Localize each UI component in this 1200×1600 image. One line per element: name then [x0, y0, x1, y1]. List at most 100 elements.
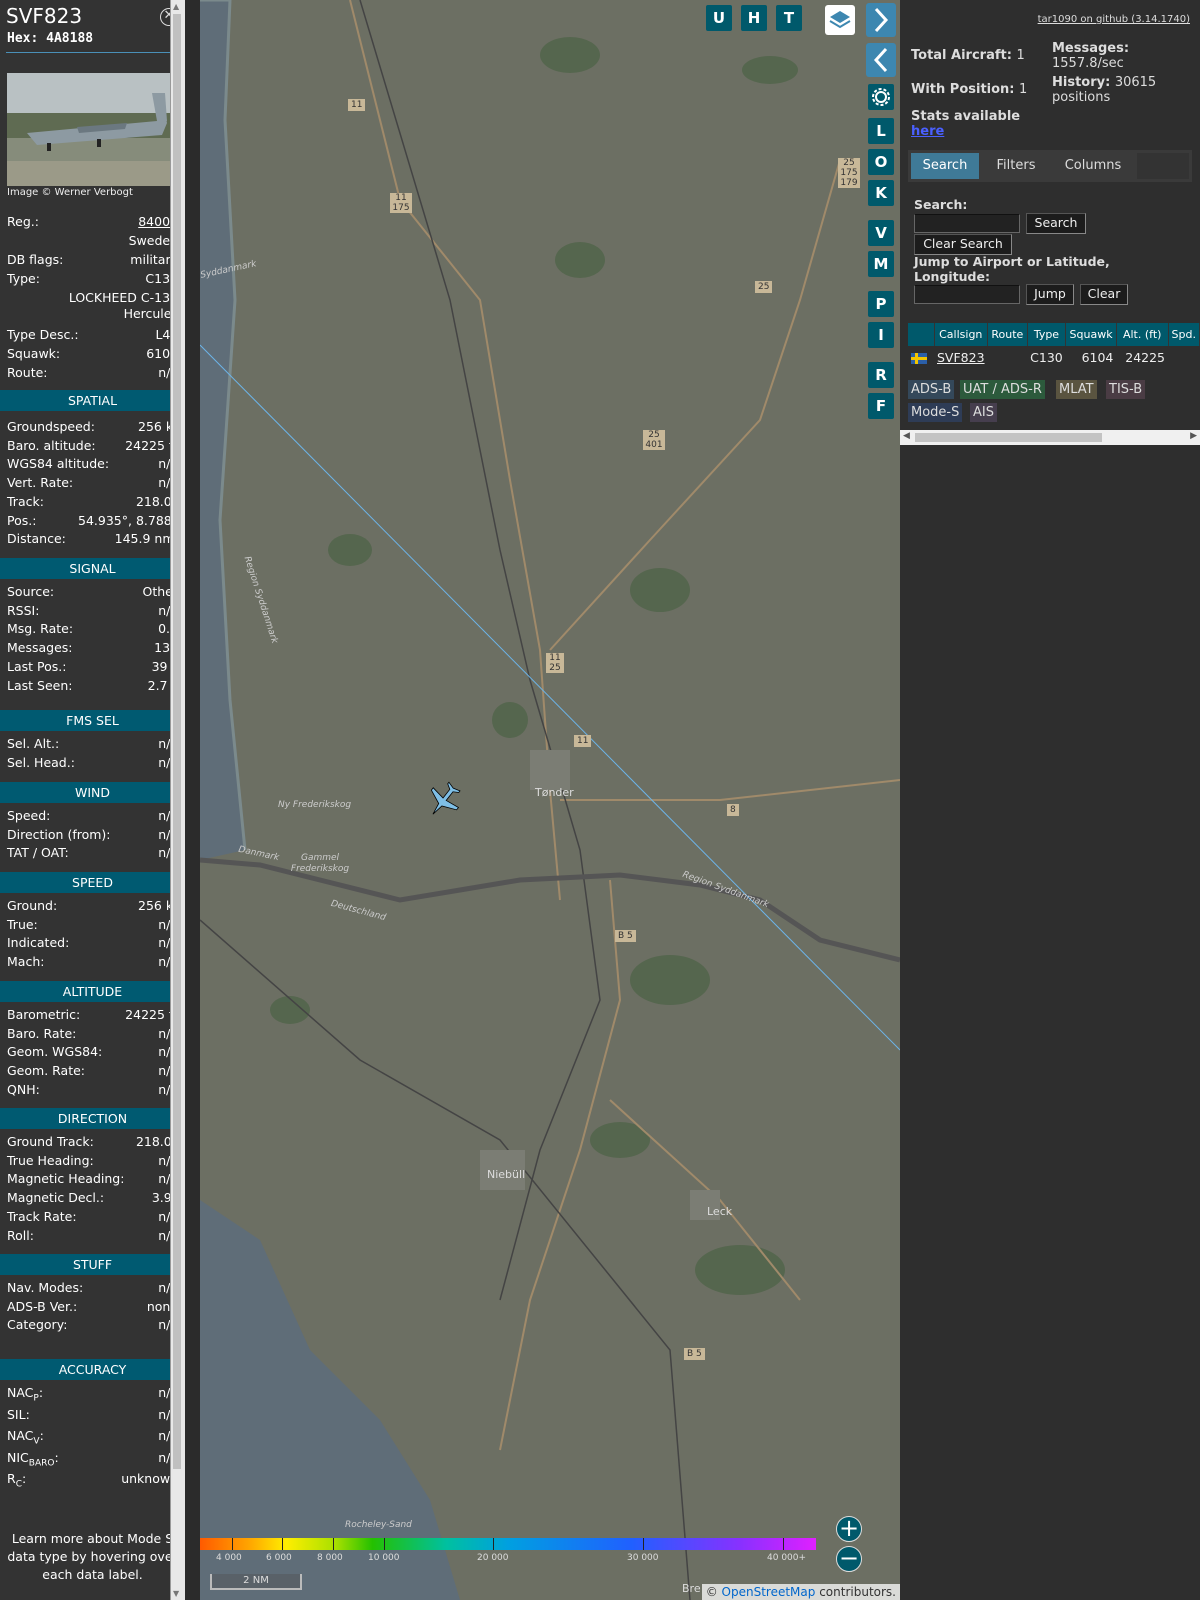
- info-row-label[interactable]: RSSI:: [7, 603, 39, 618]
- source-uat-badge[interactable]: UAT / ADS-R: [960, 380, 1045, 399]
- column-header-route[interactable]: Route: [987, 323, 1028, 346]
- toggle-h-button[interactable]: H: [741, 5, 767, 31]
- info-row-label[interactable]: Track:: [7, 494, 44, 509]
- tab-search[interactable]: Search: [911, 153, 979, 179]
- column-header-callsign[interactable]: Callsign: [934, 323, 989, 346]
- info-row-label[interactable]: Nav. Modes:: [7, 1280, 83, 1295]
- info-row-label[interactable]: Last Pos.:: [7, 659, 66, 674]
- altitude-tick-label: 4 000: [216, 1553, 242, 1563]
- info-row-label[interactable]: Vert. Rate:: [7, 475, 73, 490]
- toggle-p-button[interactable]: P: [868, 291, 894, 317]
- layers-button[interactable]: [825, 5, 855, 35]
- clear-search-button[interactable]: Clear Search: [914, 234, 1012, 255]
- jump-button[interactable]: Jump: [1026, 284, 1074, 305]
- info-row-label[interactable]: Direction (from):: [7, 827, 111, 842]
- info-row-label[interactable]: Mach:: [7, 954, 44, 969]
- source-modes-badge[interactable]: Mode-S: [908, 403, 963, 422]
- toggle-v-button[interactable]: V: [868, 220, 894, 246]
- info-row-label[interactable]: TAT / OAT:: [7, 845, 69, 860]
- info-row-label[interactable]: True Heading:: [7, 1153, 94, 1168]
- info-row-label[interactable]: Magnetic Decl.:: [7, 1190, 104, 1205]
- info-row-label[interactable]: Category:: [7, 1317, 67, 1332]
- info-row-label[interactable]: Barometric:: [7, 1007, 80, 1022]
- info-row-label[interactable]: QNH:: [7, 1082, 40, 1097]
- source-mlat-badge[interactable]: MLAT: [1056, 380, 1097, 399]
- info-row-label[interactable]: NICBARO:: [7, 1450, 59, 1469]
- toggle-o-button[interactable]: O: [868, 149, 894, 175]
- source-ais-badge[interactable]: AIS: [970, 403, 997, 422]
- column-header-altitude[interactable]: Alt. (ft): [1116, 323, 1169, 346]
- info-row-label[interactable]: Indicated:: [7, 935, 69, 950]
- table-row[interactable]: SVF823 C130 6104 24225: [908, 346, 1200, 368]
- info-row-label[interactable]: Distance:: [7, 531, 66, 546]
- callsign-cell[interactable]: SVF823: [934, 346, 988, 368]
- label-base: NAC: [7, 1385, 34, 1400]
- info-row-label[interactable]: Source:: [7, 584, 54, 599]
- info-row-label[interactable]: SIL:: [7, 1407, 30, 1422]
- info-row-label[interactable]: Speed:: [7, 808, 50, 823]
- toggle-m-button[interactable]: M: [868, 251, 894, 277]
- info-row-label[interactable]: Roll:: [7, 1228, 34, 1243]
- column-header-type[interactable]: Type: [1027, 323, 1067, 346]
- toggle-t-button[interactable]: T: [776, 5, 802, 31]
- source-adsb-badge[interactable]: ADS-B: [908, 380, 955, 399]
- learn-more-note: Learn more about Mode S data type by hov…: [7, 1531, 178, 1582]
- info-row-label[interactable]: WGS84 altitude:: [7, 456, 109, 471]
- info-row-label[interactable]: NACV:: [7, 1428, 44, 1447]
- github-link[interactable]: tar1090 on github (3.14.1740): [1038, 14, 1190, 25]
- info-row-label[interactable]: Geom. Rate:: [7, 1063, 85, 1078]
- info-row-label[interactable]: Track Rate:: [7, 1209, 77, 1224]
- left-scrollbar[interactable]: ▲ ▼: [170, 0, 185, 1600]
- zoom-in-button[interactable]: +: [836, 1516, 862, 1542]
- label-subscript: BARO: [28, 1458, 55, 1469]
- info-row-label[interactable]: Pos.:: [7, 513, 36, 528]
- osm-link[interactable]: OpenStreetMap: [722, 1585, 816, 1599]
- tab-filters[interactable]: Filters: [983, 153, 1049, 179]
- info-row-label[interactable]: Sel. Head.:: [7, 755, 75, 770]
- table-scrollbar-thumb[interactable]: [915, 433, 1102, 442]
- info-row: TAT / OAT: n/a: [7, 845, 178, 862]
- info-row-label[interactable]: Baro. Rate:: [7, 1026, 76, 1041]
- column-header-speed[interactable]: Spd.: [1168, 323, 1200, 346]
- aircraft-photo[interactable]: [7, 73, 178, 186]
- toggle-l-button[interactable]: L: [868, 118, 894, 144]
- zoom-out-button[interactable]: −: [836, 1546, 862, 1572]
- jump-input[interactable]: [914, 285, 1020, 304]
- info-row-label[interactable]: Ground:: [7, 898, 57, 913]
- expand-sidebar-button[interactable]: [866, 43, 896, 77]
- search-button[interactable]: Search: [1026, 213, 1086, 234]
- info-row-label[interactable]: ADS-B Ver.:: [7, 1299, 77, 1314]
- search-input[interactable]: [914, 214, 1020, 233]
- info-row-label[interactable]: NACP:: [7, 1385, 43, 1404]
- info-row-label[interactable]: Groundspeed:: [7, 419, 95, 434]
- column-header-squawk[interactable]: Squawk: [1065, 323, 1117, 346]
- info-row: RSSI: n/a: [7, 603, 178, 620]
- clear-button[interactable]: Clear: [1080, 284, 1128, 305]
- stats-here-link[interactable]: here: [911, 124, 944, 139]
- toggle-r-button[interactable]: R: [868, 362, 894, 388]
- info-row-label[interactable]: Last Seen:: [7, 678, 72, 693]
- toggle-f-button[interactable]: F: [868, 393, 894, 419]
- toggle-i-button[interactable]: I: [868, 322, 894, 348]
- info-row-label[interactable]: Msg. Rate:: [7, 621, 73, 636]
- aircraft-marker-icon[interactable]: [424, 780, 464, 820]
- info-row-label[interactable]: True:: [7, 917, 38, 932]
- left-scrollbar-thumb[interactable]: [173, 14, 181, 1469]
- info-row-label[interactable]: Ground Track:: [7, 1134, 94, 1149]
- info-row-label[interactable]: Baro. altitude:: [7, 438, 96, 453]
- info-row-label[interactable]: Geom. WGS84:: [7, 1044, 102, 1059]
- with-position-stat: With Position: 1: [911, 82, 1027, 97]
- settings-button[interactable]: [868, 84, 894, 110]
- toggle-k-button[interactable]: K: [868, 180, 894, 206]
- info-row-label[interactable]: Messages:: [7, 640, 73, 655]
- map-view[interactable]: Tønder Niebüll Leck Ny Frederikskog Gamm…: [200, 0, 900, 1600]
- info-row-label[interactable]: Magnetic Heading:: [7, 1171, 124, 1186]
- info-row-label[interactable]: Sel. Alt.:: [7, 736, 59, 751]
- table-scrollbar[interactable]: ◀ ▶: [900, 430, 1200, 445]
- info-row: Ground Track: 218.0°: [7, 1134, 178, 1151]
- toggle-u-button[interactable]: U: [706, 5, 732, 31]
- source-tisb-badge[interactable]: TIS-B: [1106, 380, 1146, 399]
- info-row-label[interactable]: RC:: [7, 1471, 26, 1490]
- collapse-sidebar-button[interactable]: [866, 3, 896, 37]
- tab-columns[interactable]: Columns: [1053, 153, 1133, 179]
